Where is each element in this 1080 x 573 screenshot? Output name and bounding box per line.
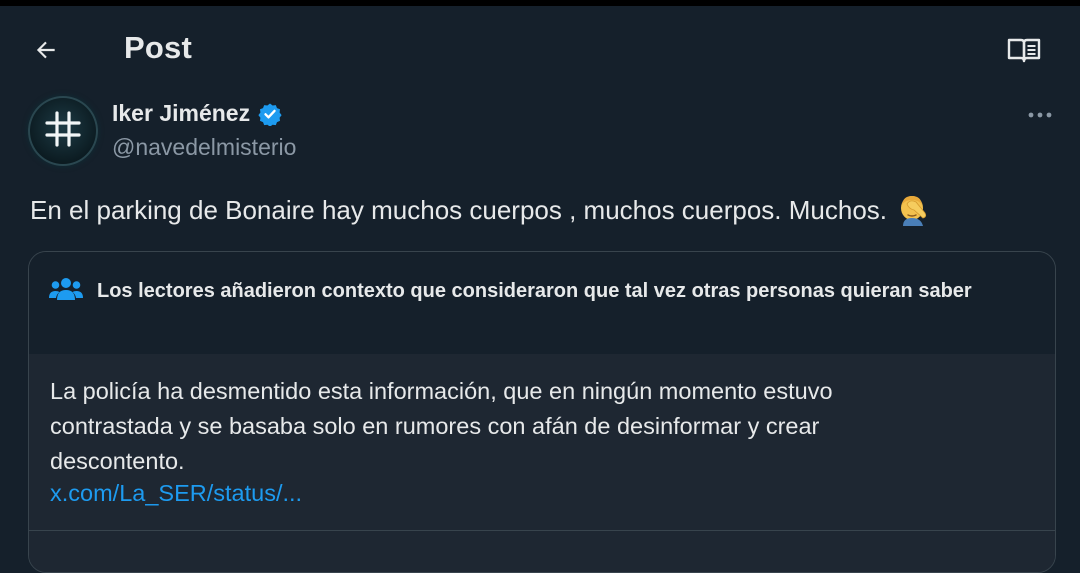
facepalm-emoji-icon <box>897 193 931 227</box>
community-note-link[interactable]: x.com/La_SER/status/... <box>50 480 302 507</box>
back-button[interactable] <box>26 32 66 72</box>
community-note-card: Los lectores añadieron contexto que cons… <box>28 251 1056 573</box>
page-title: Post <box>124 30 192 65</box>
reader-mode-icon <box>1007 36 1041 69</box>
author-name-text: Iker Jiménez <box>112 100 251 126</box>
community-note-text: La policía ha desmentido esta informació… <box>50 378 833 474</box>
tweet-text: En el parking de Bonaire hay muchos cuer… <box>30 194 888 225</box>
more-dots-icon <box>1027 106 1053 124</box>
author-handle[interactable]: @navedelmisterio <box>112 134 296 161</box>
community-note-title: Los lectores añadieron contexto que cons… <box>97 280 972 302</box>
tweet-body: En el parking de Bonaire hay muchos cuer… <box>30 193 931 227</box>
community-note-body: La policía ha desmentido esta informació… <box>29 354 1055 572</box>
community-note-header: Los lectores añadieron contexto que cons… <box>29 252 1055 354</box>
author-name[interactable]: Iker Jiménez <box>112 100 282 127</box>
more-options-button[interactable] <box>1020 100 1060 130</box>
post-header: Post <box>0 6 1080 90</box>
avatar[interactable] <box>28 96 98 166</box>
divider <box>29 530 1055 531</box>
reader-mode-button[interactable] <box>1000 30 1048 74</box>
arrow-left-icon <box>33 37 59 68</box>
hashtag-logo-icon <box>41 107 85 156</box>
people-group-icon <box>49 276 83 302</box>
verified-badge-icon <box>258 102 282 126</box>
